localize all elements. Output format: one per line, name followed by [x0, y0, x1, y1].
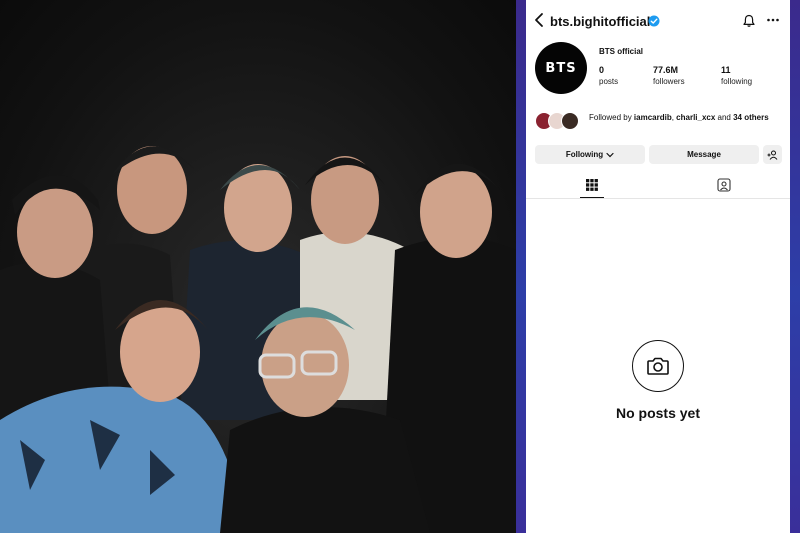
followed-by-others[interactable]: 34 others: [733, 113, 769, 122]
chevron-down-icon: [606, 152, 614, 157]
followed-by-prefix: Followed by: [589, 113, 634, 122]
profile-avatar[interactable]: BTS: [535, 42, 587, 94]
camera-icon: [647, 357, 669, 375]
followed-by-and: and: [715, 113, 734, 122]
stat-followers[interactable]: 77.6M followers: [653, 65, 685, 86]
following-button-label: Following: [565, 150, 604, 159]
tagged-icon[interactable]: [717, 178, 731, 192]
instagram-profile-screen: bts.bighitofficial BTS BTS official 0 po…: [526, 0, 790, 533]
grid-icon: [586, 179, 598, 191]
stat-posts: 0 posts: [599, 65, 618, 86]
profile-tabs: [526, 174, 790, 199]
message-button[interactable]: Message: [649, 145, 759, 164]
back-arrow-icon[interactable]: [532, 12, 548, 28]
follower-avatar: [561, 112, 579, 130]
stat-label: followers: [653, 77, 685, 86]
message-button-label: Message: [687, 150, 721, 159]
stat-following[interactable]: 11 following: [721, 65, 752, 86]
tab-grid[interactable]: [580, 174, 604, 198]
stat-label: following: [721, 77, 753, 86]
bell-icon[interactable]: [742, 14, 756, 28]
following-button[interactable]: Following: [535, 145, 645, 164]
avatar-logo-text: BTS: [545, 60, 577, 76]
group-photo-illustration: [0, 146, 516, 533]
stat-value: 0: [599, 65, 605, 75]
stat-value: 11: [721, 65, 731, 75]
profile-display-name: BTS official: [599, 47, 644, 56]
group-photo: [0, 0, 516, 533]
empty-state-camera: [632, 340, 684, 392]
follower-name[interactable]: iamcardib: [634, 113, 672, 122]
empty-state-text: No posts yet: [615, 405, 700, 421]
stat-label: posts: [599, 77, 619, 86]
profile-top-bar: bts.bighitofficial: [526, 8, 790, 36]
add-user-button[interactable]: [763, 145, 782, 164]
followed-by-row[interactable]: Followed by iamcardib, charli_xcx and 34…: [535, 112, 785, 136]
add-user-icon: [767, 150, 778, 160]
follower-name[interactable]: charli_xcx: [676, 113, 715, 122]
stat-value: 77.6M: [653, 65, 679, 75]
profile-username: bts.bighitofficial: [550, 14, 651, 29]
verified-badge-icon: [648, 15, 660, 27]
followed-by-text: Followed by iamcardib, charli_xcx and 34…: [589, 112, 789, 124]
more-options-icon[interactable]: [766, 13, 780, 27]
